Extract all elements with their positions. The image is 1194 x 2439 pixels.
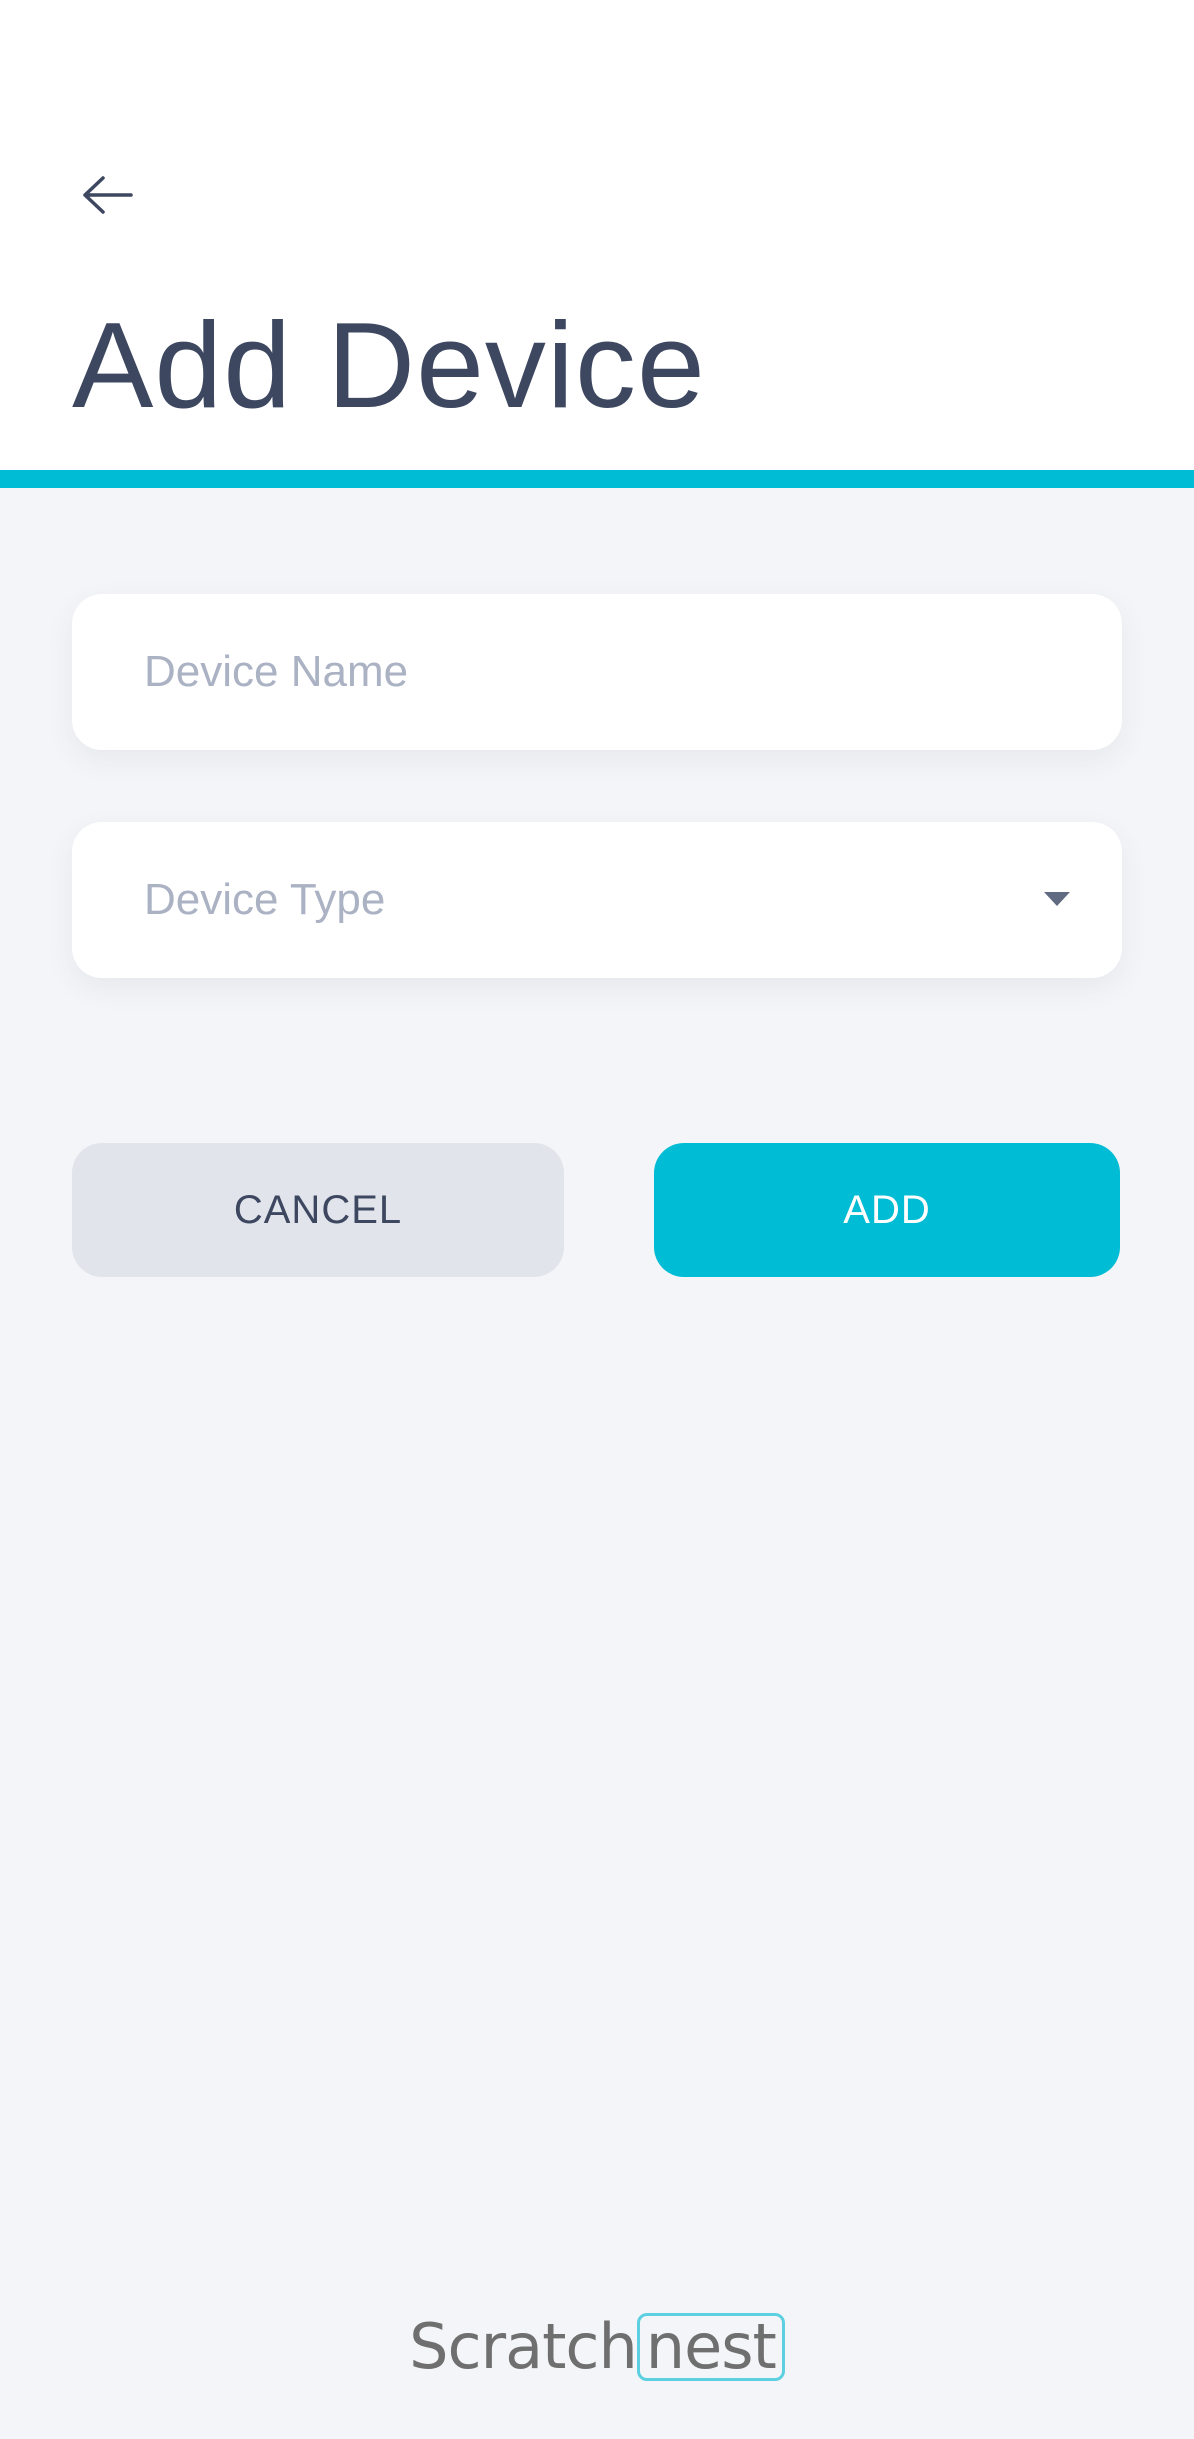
header-accent-bar	[0, 470, 1194, 488]
logo-text-scratch: Scratch	[409, 2310, 638, 2383]
device-name-input[interactable]	[72, 594, 1122, 750]
back-button[interactable]	[72, 160, 142, 230]
add-device-screen: Add Device Device Type CANCEL ADD Scratc…	[0, 0, 1194, 2439]
device-type-placeholder: Device Type	[144, 875, 386, 924]
device-name-field[interactable]	[72, 594, 1122, 750]
caret-down-icon	[1044, 892, 1070, 906]
header: Add Device	[0, 0, 1194, 470]
add-button[interactable]: ADD	[654, 1143, 1120, 1277]
cancel-button[interactable]: CANCEL	[72, 1143, 564, 1277]
logo-text-nest: nest	[636, 2312, 785, 2381]
device-type-select[interactable]: Device Type	[72, 822, 1122, 978]
footer-logo: Scratch nest	[0, 2310, 1194, 2383]
arrow-left-icon	[83, 176, 133, 214]
page-title: Add Device	[72, 297, 706, 433]
scratchnest-logo: Scratch nest	[409, 2310, 785, 2383]
